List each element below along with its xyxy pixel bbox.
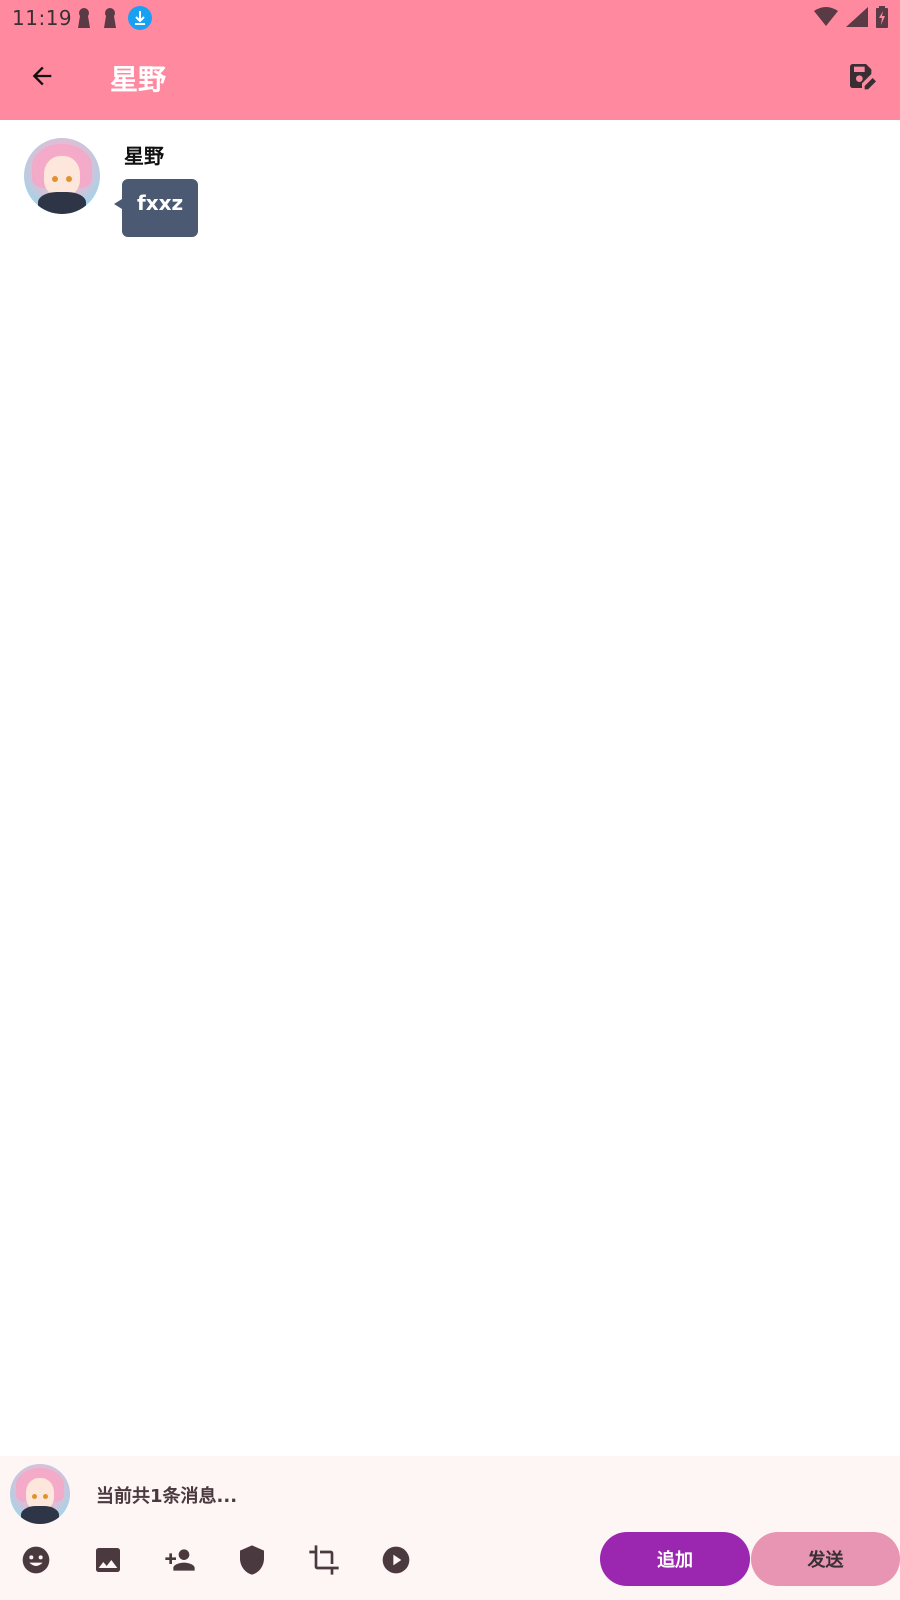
wifi-icon — [814, 7, 838, 31]
crop-icon — [308, 1544, 340, 1580]
arrow-back-icon — [28, 62, 56, 94]
keyhole-icon — [102, 7, 118, 33]
message-bubble[interactable]: fxxz — [113, 179, 199, 237]
image-icon — [92, 1544, 124, 1580]
message-row: 星野 fxxz — [24, 138, 199, 237]
keyhole-icon — [76, 7, 92, 33]
save-edit-icon — [846, 60, 878, 96]
app-bar: 星野 — [0, 36, 900, 120]
append-button[interactable]: 追加 — [600, 1532, 750, 1586]
crop-button[interactable] — [300, 1538, 348, 1586]
current-character-avatar[interactable] — [10, 1464, 70, 1524]
status-icons-right — [814, 6, 888, 32]
avatar[interactable] — [24, 138, 100, 214]
status-icons-left — [76, 6, 152, 34]
chat-area: 星野 fxxz — [0, 120, 900, 1456]
signal-icon — [846, 7, 868, 31]
message-content: 星野 fxxz — [113, 138, 199, 237]
emoji-icon — [20, 1544, 52, 1580]
image-button[interactable] — [84, 1538, 132, 1586]
download-icon — [128, 6, 152, 34]
send-button[interactable]: 发送 — [751, 1532, 900, 1586]
play-icon — [380, 1544, 412, 1580]
message-count-text[interactable]: 当前共1条消息... — [96, 1482, 237, 1508]
bottom-panel: 当前共1条消息... 追加 发送 — [0, 1456, 900, 1600]
add-person-icon — [162, 1544, 198, 1580]
emoji-button[interactable] — [12, 1538, 60, 1586]
status-time: 11:19 — [12, 6, 73, 30]
status-bar: 11:19 — [0, 0, 900, 36]
add-person-button[interactable] — [156, 1538, 204, 1586]
shield-button[interactable] — [228, 1538, 276, 1586]
battery-charging-icon — [876, 6, 888, 32]
shield-icon — [236, 1544, 268, 1580]
page-title: 星野 — [110, 63, 167, 96]
save-edit-button[interactable] — [838, 54, 886, 102]
back-button[interactable] — [18, 54, 66, 102]
sender-name: 星野 — [124, 144, 164, 168]
play-button[interactable] — [372, 1538, 420, 1586]
toolbar: 追加 发送 — [0, 1532, 900, 1592]
